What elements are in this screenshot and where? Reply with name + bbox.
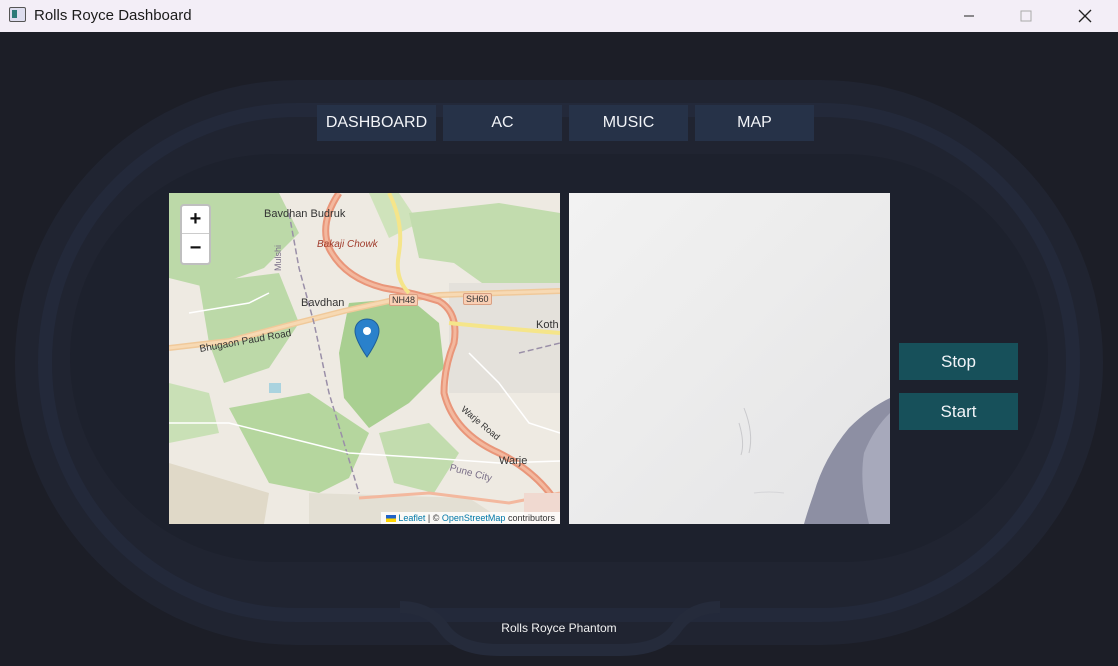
minimize-icon <box>964 15 974 17</box>
minimize-button[interactable] <box>946 0 992 32</box>
close-icon <box>1078 9 1092 23</box>
map-label-nh48: NH48 <box>389 294 419 306</box>
maximize-button[interactable] <box>1003 0 1049 32</box>
app-icon <box>9 7 26 22</box>
map-label-mulshi: Mulshi <box>273 244 284 272</box>
title-bar: Rolls Royce Dashboard <box>0 0 1118 32</box>
camera-feed <box>569 193 890 524</box>
map-label-sh60: SH60 <box>463 293 492 305</box>
map-attribution: Leaflet | © OpenStreetMap contributors <box>381 512 560 524</box>
map-label-warje: Warje <box>499 455 528 467</box>
map-label-bavdhan-budruk: Bavdhan Budruk <box>264 208 346 220</box>
camera-frame-image <box>738 398 890 524</box>
map-zoom-control: + − <box>180 204 211 265</box>
ukraine-flag-icon <box>386 515 397 522</box>
nav-ac-button[interactable]: AC <box>443 105 562 141</box>
map-label-koth: Koth <box>536 319 559 331</box>
map-view[interactable]: Bavdhan Budruk Bakaji Chowk Mulshi Bavdh… <box>169 193 560 524</box>
attribution-contributors: contributors <box>507 513 555 523</box>
map-label-bakaji-chowk: Bakaji Chowk <box>317 239 378 250</box>
nav-dashboard-button[interactable]: DASHBOARD <box>317 105 436 141</box>
maximize-icon <box>1020 10 1032 22</box>
stop-button[interactable]: Stop <box>899 343 1018 380</box>
footer-label: Rolls Royce Phantom <box>501 621 617 635</box>
app-window: Rolls Royce Dashboard DASHBOARD AC MUSIC… <box>0 0 1118 666</box>
openstreetmap-link[interactable]: OpenStreetMap <box>442 513 506 523</box>
zoom-out-button[interactable]: − <box>182 234 209 262</box>
zoom-in-button[interactable]: + <box>182 206 209 234</box>
window-title: Rolls Royce Dashboard <box>34 7 192 24</box>
nav-map-button[interactable]: MAP <box>695 105 814 141</box>
nav-music-button[interactable]: MUSIC <box>569 105 688 141</box>
leaflet-link[interactable]: Leaflet <box>398 513 425 523</box>
map-label-bavdhan: Bavdhan <box>301 297 345 309</box>
start-button[interactable]: Start <box>899 393 1018 430</box>
attribution-separator: | © <box>427 513 440 523</box>
dashboard-content: DASHBOARD AC MUSIC MAP Bavdhan Budruk Ba… <box>0 32 1118 666</box>
close-button[interactable] <box>1062 0 1108 32</box>
